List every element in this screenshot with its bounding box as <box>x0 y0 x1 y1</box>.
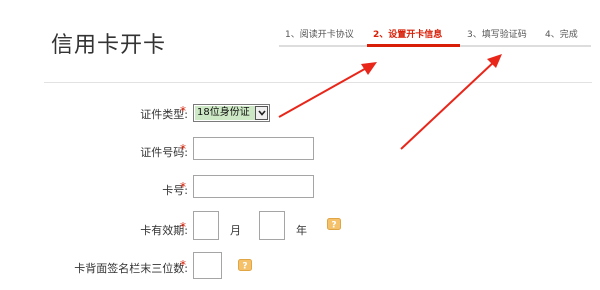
required-mark: * <box>180 180 186 194</box>
required-mark: * <box>180 142 186 156</box>
id-number-input[interactable] <box>193 137 314 160</box>
svg-text:?: ? <box>242 262 247 272</box>
expiry-year-input[interactable] <box>259 211 285 240</box>
card-number-input[interactable] <box>193 175 314 198</box>
step-4-complete: 4、完成 <box>545 30 578 40</box>
header-divider <box>44 82 592 83</box>
svg-text:?: ? <box>331 221 336 231</box>
cvv-label: 卡背面签名栏末三位数: <box>74 262 188 275</box>
step-2-set-card-info: 2、设置开卡信息 <box>373 30 443 40</box>
month-unit: 月 <box>230 224 241 237</box>
step-active-indicator <box>367 44 460 47</box>
page-title: 信用卡开卡 <box>51 33 167 58</box>
id-type-select[interactable]: 18位身份证 <box>193 104 270 122</box>
id-type-selected-value: 18位身份证 <box>195 106 255 120</box>
expiry-month-input[interactable] <box>193 211 219 240</box>
year-unit: 年 <box>296 224 307 237</box>
required-mark: * <box>180 220 186 234</box>
required-mark: * <box>180 104 186 118</box>
step-3-enter-code: 3、填写验证码 <box>467 30 527 40</box>
step-1-read-agreement: 1、阅读开卡协议 <box>285 30 354 40</box>
help-icon[interactable]: ? <box>238 256 252 272</box>
help-icon[interactable]: ? <box>327 215 341 231</box>
cvv-input[interactable] <box>193 252 222 279</box>
chevron-down-icon[interactable] <box>255 106 268 120</box>
required-mark: * <box>180 258 186 272</box>
annotation-arrow-to-step-3 <box>400 54 502 150</box>
annotation-arrow-to-select <box>278 62 377 118</box>
